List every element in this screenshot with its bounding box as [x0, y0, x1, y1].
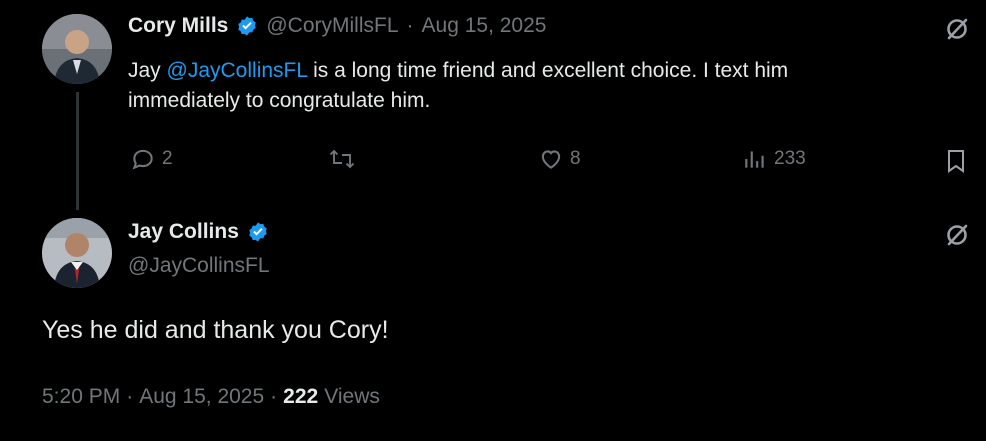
tweet-text-line-2: immediately to congratulate him.: [128, 89, 431, 112]
views-icon: [745, 151, 764, 168]
reply-count: 2: [162, 148, 173, 169]
mention-link[interactable]: @JayCollinsFL: [167, 59, 308, 82]
author-name[interactable]: Cory Mills: [128, 14, 228, 38]
views-count: 233: [774, 148, 806, 169]
text-line1-rest: is a long time friend and excellent choi…: [307, 59, 789, 82]
parent-tweet-text: Jay @JayCollinsFL is a long time friend …: [128, 56, 968, 116]
tweet-date[interactable]: Aug 15, 2025: [139, 385, 264, 409]
separator-dot: ·: [270, 385, 278, 408]
thread-line: [76, 92, 79, 210]
tweet-meta: 5:20 PM · Aug 15, 2025 · 222 Views: [42, 385, 380, 409]
author-handle[interactable]: @CoryMillsFL: [266, 14, 398, 38]
like-icon: [541, 150, 561, 169]
tweet-text-line-1: Jay @JayCollinsFL is a long time friend …: [128, 56, 968, 86]
verified-badge-icon: [238, 16, 257, 36]
parent-tweet-header: Cory Mills @CoryMillsFL · Aug 15, 2025: [128, 14, 546, 38]
reply-icon: [132, 149, 153, 170]
jay-collins-avatar[interactable]: [42, 218, 112, 288]
text-prefix: Jay: [128, 59, 167, 82]
separator-dot: ·: [406, 14, 414, 37]
retweet-icon: [329, 149, 355, 169]
like-button[interactable]: 8: [538, 146, 581, 172]
separator-dot: ·: [126, 385, 134, 408]
views-count: 222: [283, 385, 319, 408]
bookmark-icon: [948, 150, 964, 173]
avatar-image: [42, 218, 112, 288]
bookmark-button[interactable]: [944, 148, 968, 179]
views-label: Views: [324, 385, 380, 408]
views-button[interactable]: 233: [742, 146, 806, 172]
reply-tweet-text: Yes he did and thank you Cory!: [42, 316, 389, 344]
cory-mills-avatar[interactable]: [42, 14, 112, 84]
tweet-time[interactable]: 5:20 PM: [42, 385, 120, 409]
reply-button[interactable]: 2: [130, 146, 173, 172]
like-count: 8: [570, 148, 581, 169]
author-handle[interactable]: @JayCollinsFL: [128, 254, 270, 278]
retweet-button[interactable]: [328, 146, 362, 172]
tweet-date[interactable]: Aug 15, 2025: [422, 14, 547, 38]
avatar-image: [42, 14, 112, 84]
verified-badge-icon: [249, 222, 267, 242]
grok-icon[interactable]: [944, 222, 970, 248]
grok-icon[interactable]: [944, 16, 970, 42]
author-name[interactable]: Jay Collins: [128, 220, 239, 244]
reply-tweet-header: Jay Collins: [128, 220, 269, 244]
